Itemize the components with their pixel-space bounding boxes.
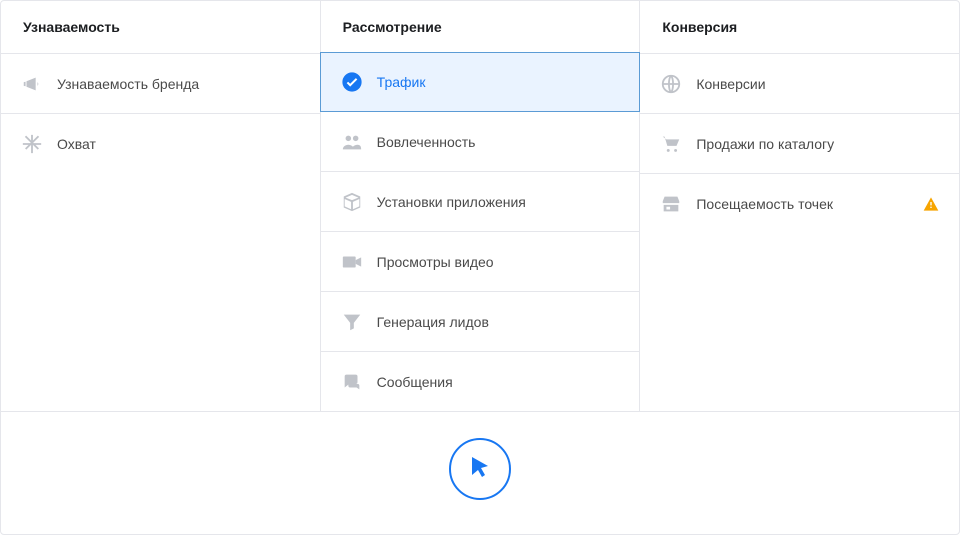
cart-icon	[660, 133, 682, 155]
objective-brand-awareness[interactable]: Узнаваемость бренда	[1, 53, 320, 113]
video-icon	[341, 251, 363, 273]
objective-label: Конверсии	[696, 76, 939, 92]
globe-icon	[660, 73, 682, 95]
megaphone-icon	[21, 73, 43, 95]
objective-label: Сообщения	[377, 374, 620, 390]
objective-label: Трафик	[377, 74, 620, 90]
objective-label: Вовлеченность	[377, 134, 620, 150]
objective-app-installs[interactable]: Установки приложения	[321, 171, 640, 231]
objective-label: Посещаемость точек	[696, 196, 903, 212]
cursor-indicator-area	[1, 411, 959, 534]
objective-label: Узнаваемость бренда	[57, 76, 300, 92]
warning-icon	[923, 196, 939, 212]
objective-messages[interactable]: Сообщения	[321, 351, 640, 411]
objective-label: Продажи по каталогу	[696, 136, 939, 152]
objective-engagement[interactable]: Вовлеченность	[321, 111, 640, 171]
funnel-icon	[341, 311, 363, 333]
cursor-indicator	[449, 438, 511, 500]
column-header-consideration: Рассмотрение	[321, 1, 640, 53]
objective-traffic[interactable]: Трафик	[320, 52, 641, 112]
column-header-awareness: Узнаваемость	[1, 1, 320, 53]
column-header-conversion: Конверсия	[640, 1, 959, 53]
check-circle-icon	[341, 71, 363, 93]
objective-conversions[interactable]: Конверсии	[640, 53, 959, 113]
box-icon	[341, 191, 363, 213]
objective-columns: Узнаваемость Узнаваемость бренда Охват Р…	[1, 1, 959, 411]
objective-label: Охват	[57, 136, 300, 152]
objective-store-visits[interactable]: Посещаемость точек	[640, 173, 959, 233]
objective-label: Генерация лидов	[377, 314, 620, 330]
column-conversion: Конверсия Конверсии Продажи по каталогу …	[640, 1, 959, 411]
objective-label: Установки приложения	[377, 194, 620, 210]
objective-catalog-sales[interactable]: Продажи по каталогу	[640, 113, 959, 173]
cursor-icon	[468, 455, 492, 484]
objective-label: Просмотры видео	[377, 254, 620, 270]
snowflake-icon	[21, 133, 43, 155]
objective-reach[interactable]: Охват	[1, 113, 320, 173]
people-icon	[341, 131, 363, 153]
objective-lead-gen[interactable]: Генерация лидов	[321, 291, 640, 351]
column-awareness: Узнаваемость Узнаваемость бренда Охват	[1, 1, 321, 411]
store-icon	[660, 193, 682, 215]
objective-panel: Узнаваемость Узнаваемость бренда Охват Р…	[0, 0, 960, 535]
column-consideration: Рассмотрение Трафик Вовлеченность Устано…	[321, 1, 641, 411]
chat-icon	[341, 371, 363, 393]
objective-video-views[interactable]: Просмотры видео	[321, 231, 640, 291]
